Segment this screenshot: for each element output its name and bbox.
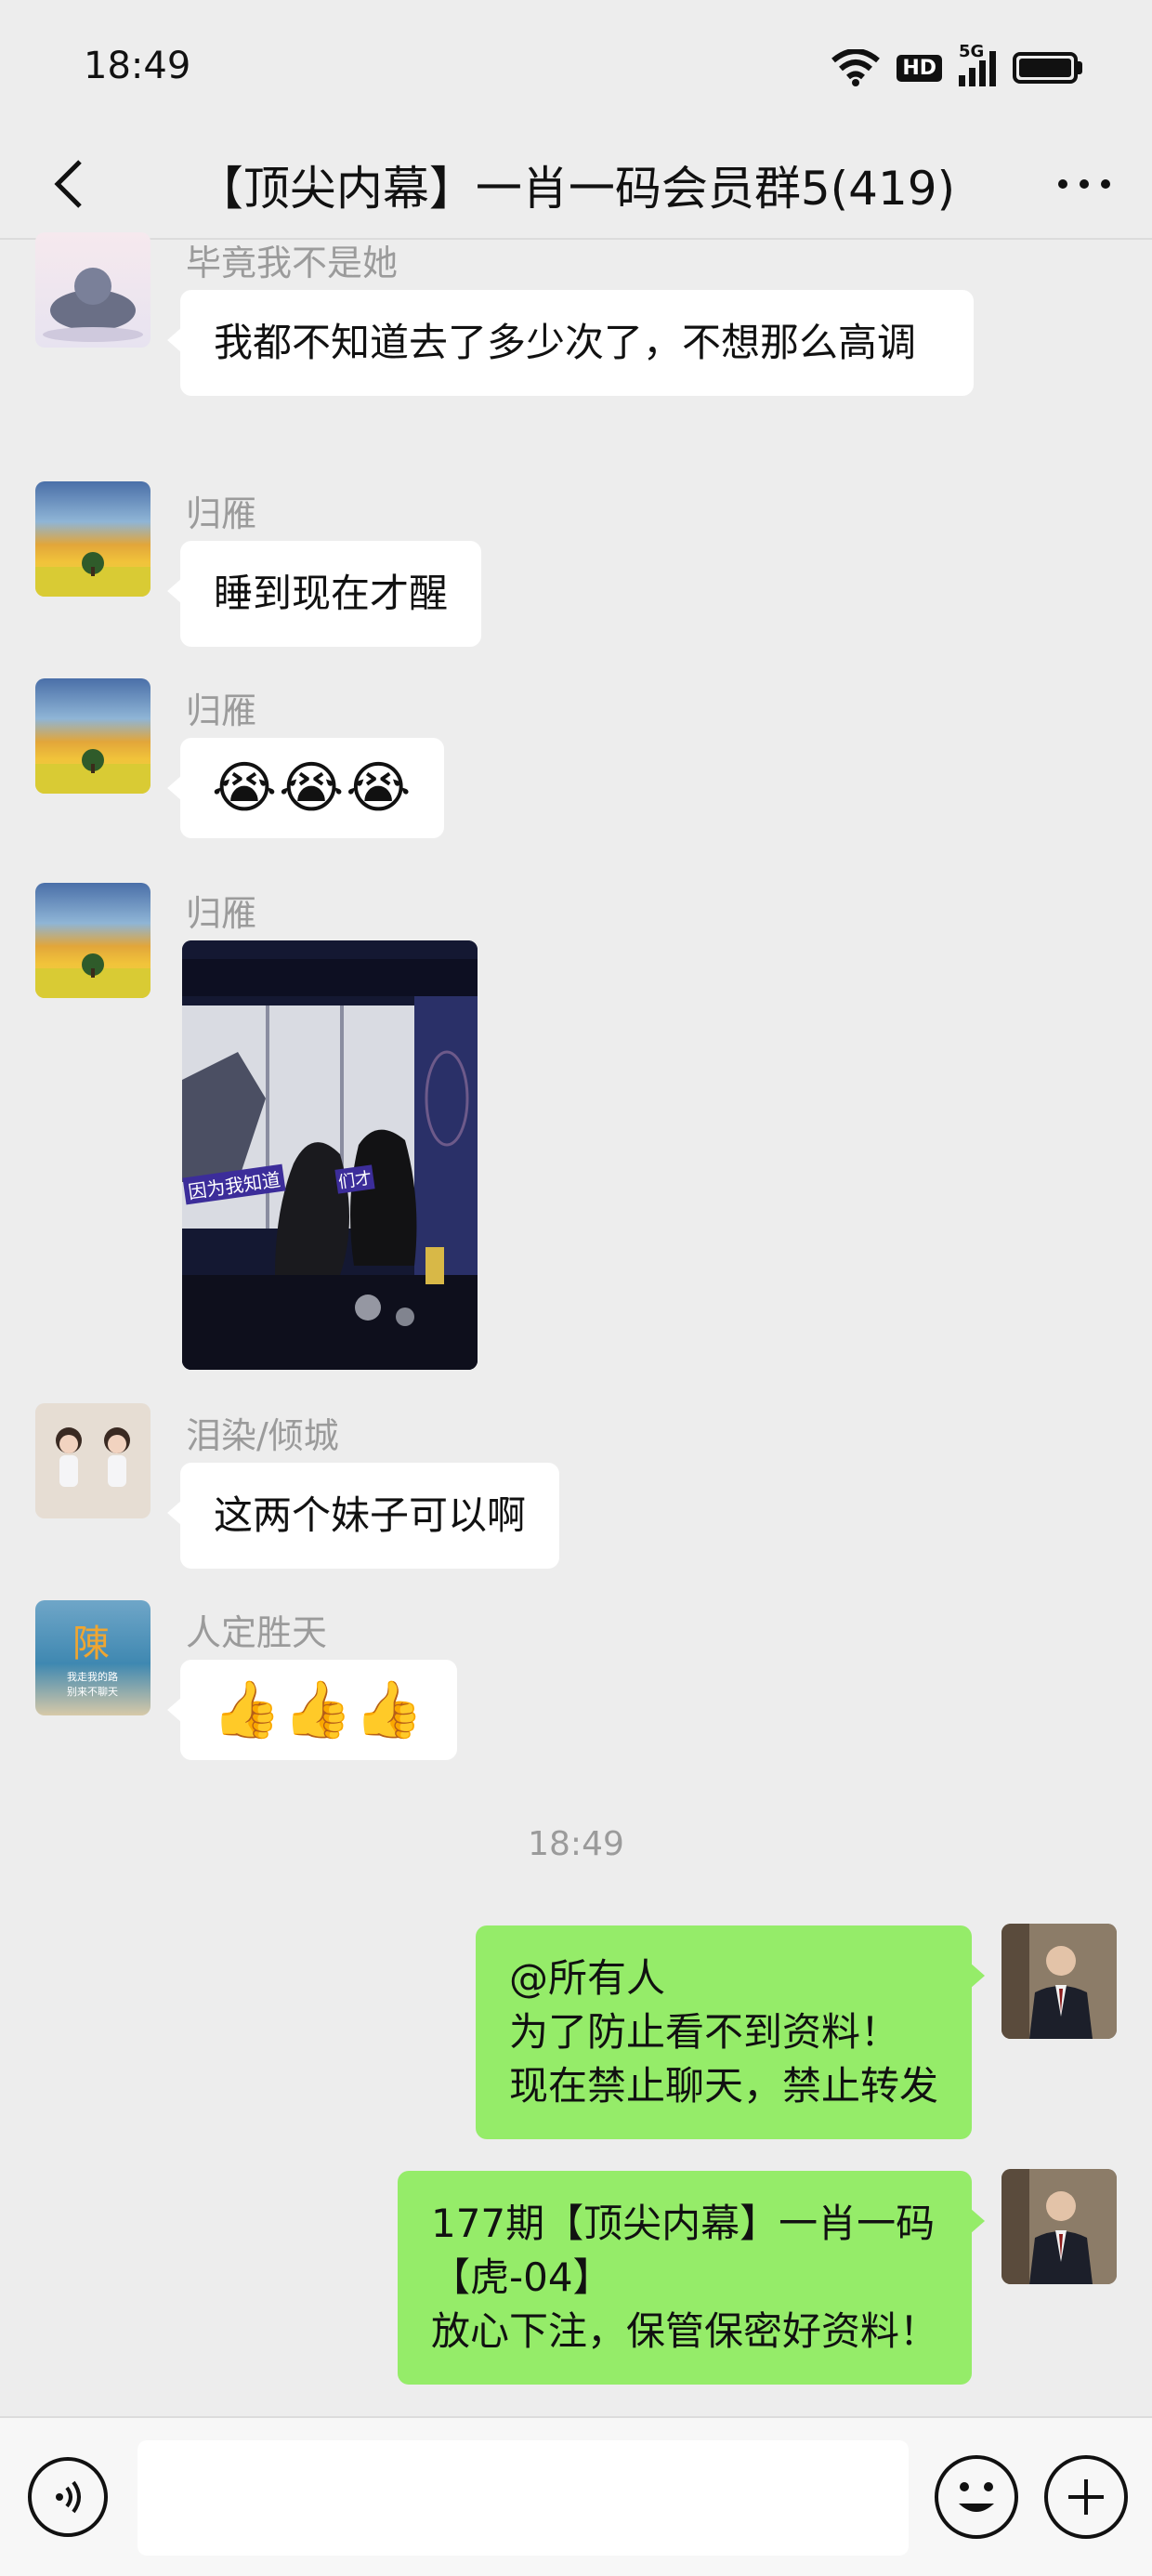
- status-icons: HD 5G: [831, 42, 1082, 91]
- smiley-icon: [959, 2482, 994, 2512]
- message-line: 【虎-04】: [430, 2254, 612, 2300]
- avatar[interactable]: [35, 1403, 151, 1518]
- message-line: 177期【顶尖内幕】一肖一码: [430, 2201, 936, 2246]
- my-avatar[interactable]: [1001, 2169, 1117, 2284]
- photo-subtitle-tail: 们才: [334, 1164, 375, 1194]
- emoji-message-bubble[interactable]: 👍👍👍: [166, 1660, 458, 1760]
- nav-bar: 【顶尖内幕】一肖一码会员群5(419): [0, 130, 1152, 240]
- message-line: 放心下注，保管保密好资料！: [430, 2308, 938, 2354]
- landscape-tree-image: [35, 953, 151, 998]
- sender-name: 归雁: [186, 493, 257, 534]
- voice-input-button[interactable]: [28, 2457, 108, 2537]
- avatar-char: 陳: [72, 1623, 110, 1665]
- photo-message[interactable]: 因为我知道 们才: [182, 940, 478, 1370]
- message-line: 现在禁止聊天，禁止转发: [508, 2063, 938, 2109]
- cartoon-cat-image: [43, 268, 143, 342]
- sender-name: 归雁: [186, 690, 257, 731]
- message-line: 为了防止看不到资料！: [508, 2009, 899, 2055]
- avatar[interactable]: [35, 232, 151, 348]
- avatar[interactable]: 陳 我走我的路 别来不聊天: [35, 1600, 151, 1715]
- status-time: 18:49: [84, 45, 191, 87]
- chevron-left-icon: [54, 160, 82, 208]
- wifi-icon: [831, 49, 881, 86]
- input-bar: [0, 2416, 1152, 2576]
- avatar-caption-1: 我走我的路: [67, 1671, 118, 1683]
- my-avatar[interactable]: [1001, 1924, 1117, 2039]
- man-in-suit-image: [1001, 2169, 1117, 2284]
- network-label: 5G: [959, 42, 985, 61]
- twin-girls-image: [35, 1403, 151, 1518]
- outgoing-message-bubble[interactable]: 177期【顶尖内幕】一肖一码 【虎-04】 放心下注，保管保密好资料！: [397, 2171, 986, 2385]
- outgoing-message-bubble[interactable]: @所有人 为了防止看不到资料！ 现在禁止聊天，禁止转发: [475, 1925, 986, 2139]
- sender-name: 泪染/倾城: [186, 1415, 339, 1456]
- voice-icon: [56, 2480, 81, 2514]
- avatar[interactable]: [35, 678, 151, 794]
- more-actions-button[interactable]: [1044, 2455, 1128, 2539]
- signal-icon: 5G: [959, 42, 996, 86]
- message-bubble[interactable]: 这两个妹子可以啊: [166, 1463, 560, 1569]
- karaoke-room-photo: [182, 940, 478, 1370]
- hd-badge-icon: HD: [897, 54, 942, 82]
- plus-icon: [1068, 2479, 1104, 2515]
- battery-icon: [1013, 52, 1082, 84]
- sender-name: 毕竟我不是她: [186, 243, 399, 283]
- sender-name: 归雁: [186, 893, 257, 934]
- landscape-tree-image: [35, 552, 151, 597]
- more-dots-icon: [1058, 179, 1110, 189]
- status-bar: 18:49 HD 5G: [0, 0, 1152, 130]
- message-input[interactable]: [137, 2440, 909, 2556]
- sender-name: 人定胜天: [186, 1612, 328, 1653]
- message-bubble[interactable]: 我都不知道去了多少次了，不想那么高调: [167, 290, 974, 396]
- back-button[interactable]: [32, 147, 106, 221]
- avatar-caption-2: 别来不聊天: [67, 1686, 118, 1698]
- avatar[interactable]: [35, 481, 151, 597]
- emoji-button[interactable]: [935, 2455, 1018, 2539]
- man-in-suit-image: [1001, 1924, 1117, 2039]
- message-line: @所有人: [508, 1955, 665, 2001]
- chat-timestamp: 18:49: [528, 1825, 624, 1863]
- emoji-message-bubble[interactable]: 😭😭😭: [166, 738, 445, 838]
- more-options-button[interactable]: [1042, 147, 1126, 221]
- avatar[interactable]: [35, 883, 151, 998]
- landscape-tree-image: [35, 749, 151, 794]
- message-bubble[interactable]: 睡到现在才醒: [166, 541, 482, 647]
- chat-title: 【顶尖内幕】一肖一码会员群5(419): [196, 162, 956, 216]
